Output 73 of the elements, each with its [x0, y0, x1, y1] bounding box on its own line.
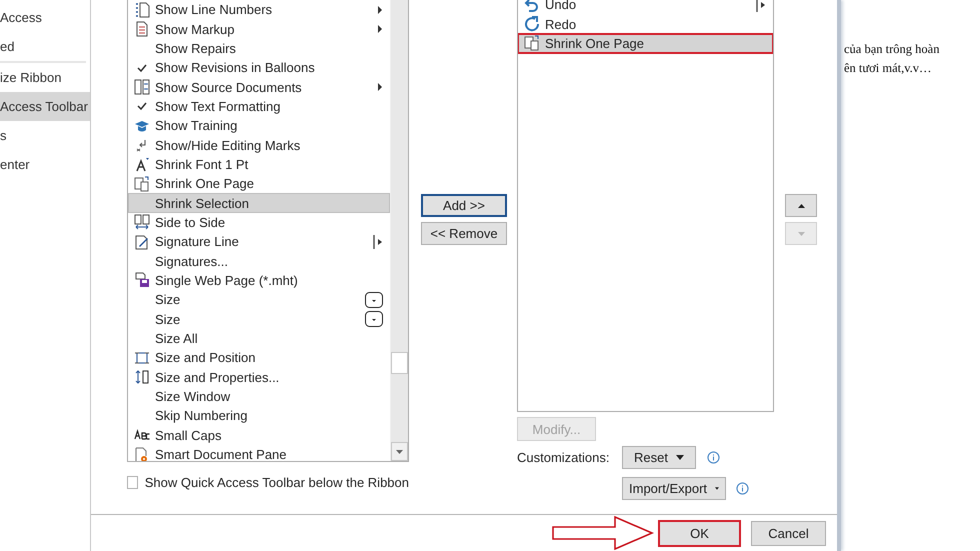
ok-button[interactable]: OK — [659, 520, 740, 546]
document-text: ên tươi mát,v.v… — [844, 60, 933, 77]
caret-icon — [676, 455, 684, 460]
caret-icon — [715, 486, 719, 491]
submenu-arrow-icon — [375, 23, 383, 36]
list-item[interactable]: Size All — [128, 328, 390, 348]
list-item[interactable]: Shrink One Page — [518, 34, 773, 54]
dropdown-icon — [365, 292, 383, 308]
list-item[interactable]: Show Training — [128, 116, 390, 136]
sidebar-item[interactable]: s — [0, 121, 90, 150]
list-item[interactable]: Small Caps — [128, 426, 390, 445]
list-item[interactable]: Shrink One Page — [128, 174, 390, 194]
list-item[interactable]: Show Repairs — [128, 38, 390, 58]
redo-icon — [524, 16, 540, 32]
list-item[interactable]: Skip Numbering — [128, 406, 390, 426]
submenu-arrow-icon — [756, 0, 766, 12]
undo-icon — [524, 0, 540, 13]
list-item[interactable]: Signatures... — [128, 251, 390, 271]
list-item[interactable]: Show Markup — [128, 19, 390, 39]
pen-icon — [134, 234, 150, 250]
list-item[interactable]: Size and Position — [128, 348, 390, 368]
list-item[interactable]: Size — [128, 310, 390, 329]
sidebar-item[interactable]: Access — [0, 3, 90, 32]
frame-icon — [134, 350, 150, 366]
list-item[interactable]: Smart Document Pane — [128, 444, 390, 461]
add-button[interactable]: Add >> — [421, 194, 507, 217]
document-icon — [134, 21, 150, 38]
info-icon — [707, 451, 720, 464]
down-arrow-icon — [798, 232, 804, 236]
two-pages-icon — [134, 79, 150, 96]
list-item[interactable]: Shrink Font 1 Pt — [128, 154, 390, 174]
scrollbar[interactable] — [390, 0, 408, 461]
document-text: của bạn trông hoàn — [844, 41, 940, 58]
import-export-button[interactable]: Import/Export — [622, 477, 726, 500]
list-item[interactable]: Show/Hide Editing Marks — [128, 135, 390, 155]
pages-icon — [134, 176, 150, 192]
list-item[interactable]: Show Revisions in Balloons — [128, 58, 390, 78]
sidebar-item[interactable]: Access Toolbar — [0, 92, 90, 121]
list-item[interactable]: Undo — [518, 0, 773, 14]
list-item[interactable]: Show Text Formatting — [128, 96, 390, 116]
scrollbar-thumb[interactable] — [391, 352, 408, 374]
info-icon — [736, 482, 749, 495]
dropdown-icon — [365, 311, 383, 328]
scroll-down-icon — [396, 450, 403, 454]
save-page-icon — [134, 272, 150, 288]
list-item[interactable]: Shrink Selection — [128, 193, 390, 213]
list-item[interactable]: Show Source Documents — [128, 77, 390, 97]
remove-button[interactable]: << Remove — [421, 222, 507, 245]
sidebar-item[interactable]: ize Ribbon — [0, 63, 90, 92]
customizations-label: Customizations: — [517, 450, 610, 465]
list-item[interactable]: Size Window — [128, 386, 390, 406]
checkbox[interactable] — [127, 476, 138, 489]
move-up-button[interactable] — [785, 194, 817, 217]
submenu-arrow-icon — [375, 4, 383, 16]
sidebar-item[interactable]: ed — [0, 32, 90, 61]
resize-icon — [134, 369, 150, 386]
list-item[interactable]: Size — [128, 290, 390, 310]
cancel-button[interactable]: Cancel — [751, 520, 826, 546]
pages-icon — [524, 35, 540, 52]
submenu-arrow-icon — [373, 234, 383, 249]
reset-button[interactable]: Reset — [622, 446, 696, 469]
list-item[interactable]: Redo — [518, 14, 773, 34]
list-item[interactable]: Side to Side — [128, 212, 390, 232]
submenu-arrow-icon — [375, 81, 383, 94]
list-item[interactable]: Signature Line — [128, 232, 390, 252]
list-item[interactable]: Size and Properties... — [128, 368, 390, 387]
list-item[interactable]: Single Web Page (*.mht) — [128, 270, 390, 290]
list-item[interactable]: Show Line Numbers — [128, 0, 390, 20]
sidebar-item[interactable]: enter — [0, 150, 90, 179]
checkbox-label: Show Quick Access Toolbar below the Ribbon — [144, 475, 409, 490]
up-arrow-icon — [798, 204, 804, 208]
side-by-side-icon — [134, 214, 150, 230]
font-size-icon — [134, 156, 150, 172]
